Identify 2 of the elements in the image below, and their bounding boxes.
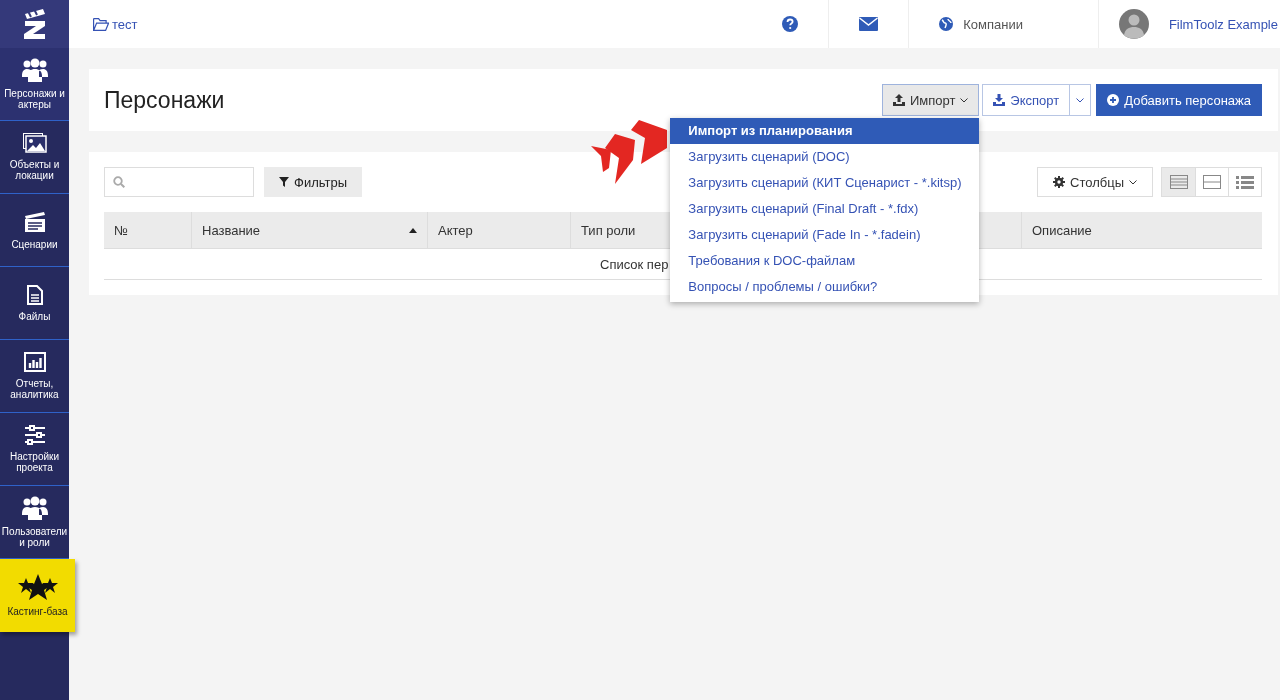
empty-message: Список пер — [600, 256, 669, 272]
page-title: Персонажи — [104, 86, 226, 114]
